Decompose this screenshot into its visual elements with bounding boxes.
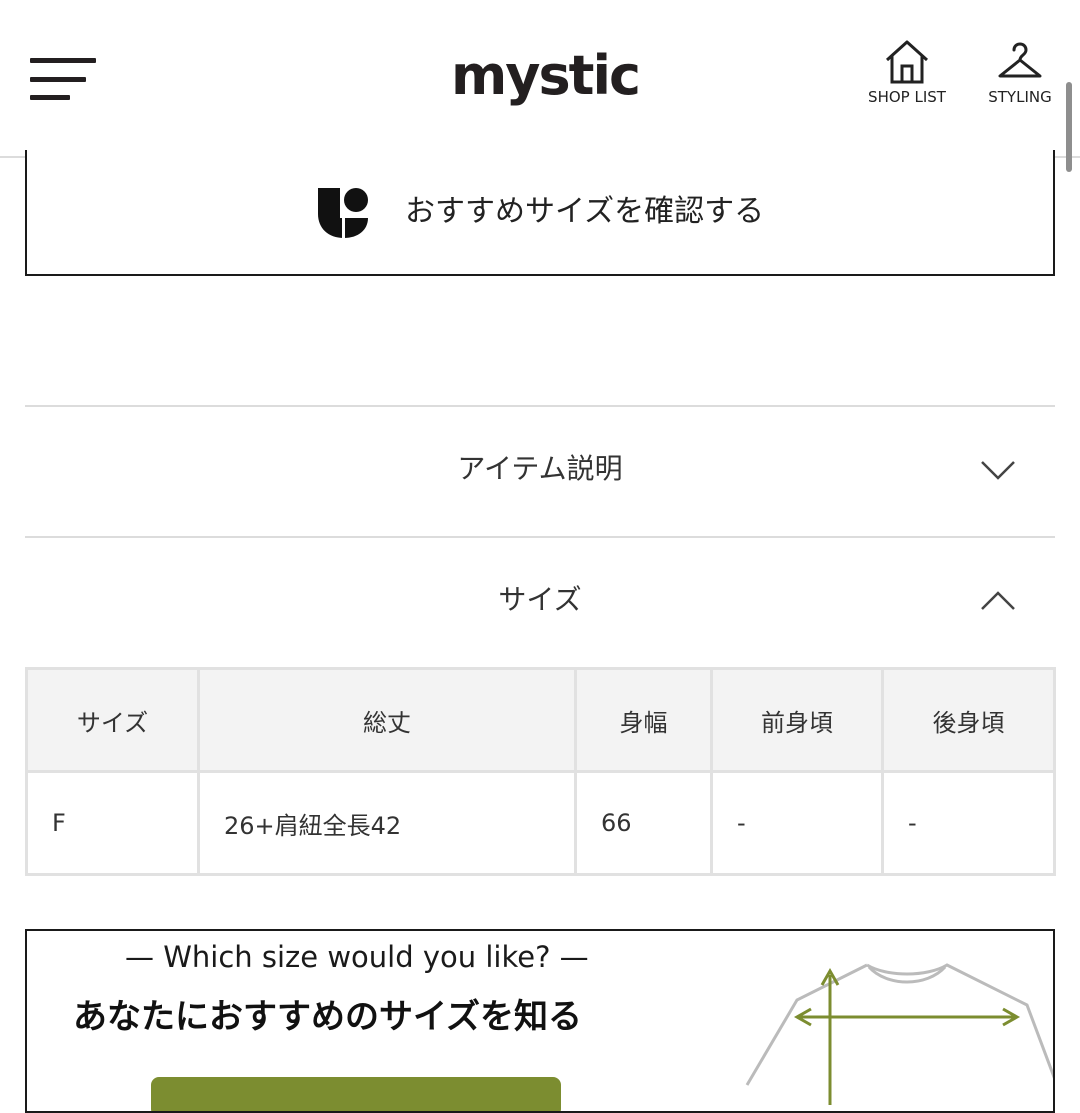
- house-icon: [885, 40, 929, 84]
- column-header: 身幅: [574, 667, 713, 773]
- banner-subtitle: — Which size would you like? —: [125, 940, 589, 974]
- size-table: サイズ 総丈 身幅 前身頃 後身頃 F 26+肩紐全長42 66 - -: [25, 667, 1056, 876]
- page-scrollbar[interactable]: [1066, 82, 1072, 172]
- size-recommend-banner[interactable]: — Which size would you like? — あなたにおすすめの…: [25, 929, 1055, 1113]
- shop-list-label: SHOP LIST: [868, 88, 946, 106]
- hamburger-menu-icon[interactable]: [30, 58, 96, 102]
- accordion-item-description[interactable]: アイテム説明: [25, 407, 1055, 535]
- table-cell: 66: [574, 770, 713, 876]
- banner-cta-button[interactable]: [151, 1077, 561, 1111]
- site-logo[interactable]: mystic: [440, 40, 650, 112]
- check-recommended-size-button[interactable]: おすすめサイズを確認する: [25, 150, 1055, 276]
- tshirt-measurement-illustration: [745, 963, 1053, 1105]
- column-header: 後身頃: [881, 667, 1056, 773]
- table-cell: -: [881, 770, 1056, 876]
- size-recommend-logo-icon: [318, 188, 368, 240]
- column-header: 前身頃: [710, 667, 884, 773]
- hanger-icon: [998, 42, 1042, 78]
- column-header: 総丈: [197, 667, 577, 773]
- chevron-up-icon: [981, 591, 1015, 610]
- accordion-item-size[interactable]: サイズ: [25, 538, 1055, 666]
- check-recommended-size-label: おすすめサイズを確認する: [405, 194, 765, 229]
- chevron-down-icon: [981, 461, 1015, 480]
- banner-heading: あなたにおすすめのサイズを知る: [73, 997, 582, 1037]
- styling-button[interactable]: STYLING: [978, 38, 1062, 106]
- table-cell: -: [710, 770, 884, 876]
- table-cell: 26+肩紐全長42: [197, 770, 577, 876]
- table-cell: F: [25, 770, 200, 876]
- column-header: サイズ: [25, 667, 200, 773]
- shop-list-button[interactable]: SHOP LIST: [858, 38, 956, 106]
- accordion-title: アイテム説明: [457, 452, 623, 485]
- table-row: F 26+肩紐全長42 66 - -: [25, 770, 1056, 876]
- styling-label: STYLING: [988, 88, 1052, 106]
- table-header-row: サイズ 総丈 身幅 前身頃 後身頃: [25, 667, 1056, 773]
- accordion-title: サイズ: [498, 583, 582, 616]
- site-header: mystic SHOP LIST STYLING: [0, 0, 1080, 158]
